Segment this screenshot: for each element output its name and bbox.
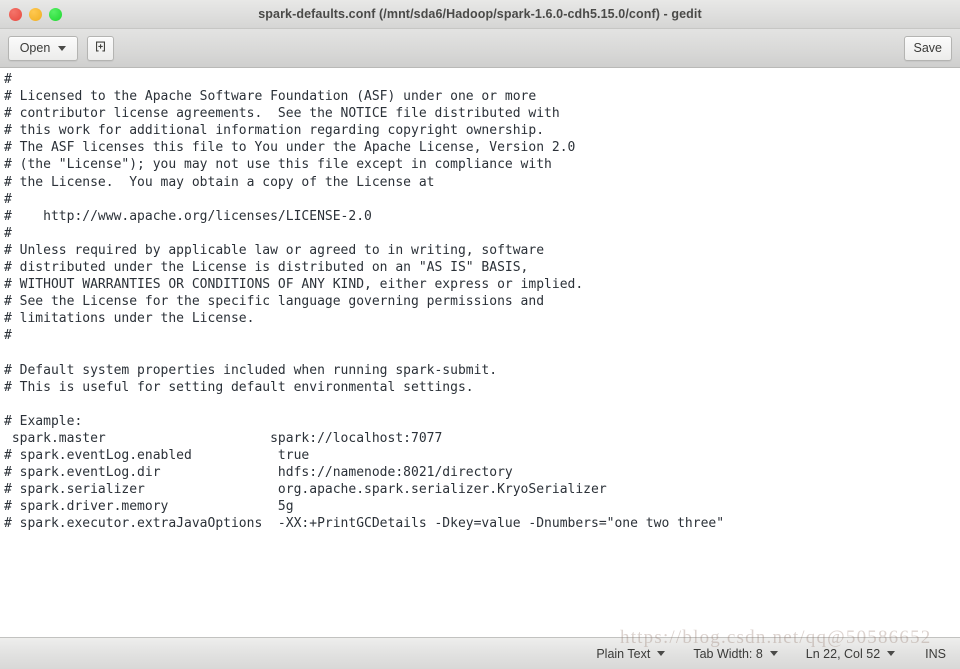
title-bar: spark-defaults.conf (/mnt/sda6/Hadoop/sp… [0,0,960,29]
language-selector[interactable]: Plain Text [582,647,679,661]
gedit-window: spark-defaults.conf (/mnt/sda6/Hadoop/sp… [0,0,960,669]
open-button[interactable]: Open [8,35,78,61]
close-window-button[interactable] [9,7,22,21]
chevron-down-icon [58,45,67,51]
toolbar-left-group: Open [8,35,114,61]
chevron-down-icon [769,651,778,656]
tab-width-label: Tab Width: 8 [693,646,763,661]
maximize-window-button[interactable] [49,7,62,21]
window-controls [0,7,62,21]
status-bar: Plain Text Tab Width: 8 Ln 22, Col 52 IN… [0,637,960,669]
open-button-label: Open [19,41,51,55]
window-title: spark-defaults.conf (/mnt/sda6/Hadoop/sp… [258,7,702,21]
new-document-icon [93,39,108,57]
language-label: Plain Text [596,646,651,661]
chevron-down-icon [887,651,896,656]
chevron-down-icon [657,651,666,656]
insert-mode-indicator: INS [925,646,946,661]
toolbar: Open Save [0,29,960,68]
save-button[interactable]: Save [903,35,952,61]
file-content[interactable]: # # Licensed to the Apache Software Foun… [0,68,960,533]
new-document-button[interactable] [87,35,114,61]
text-editor-area[interactable]: # # Licensed to the Apache Software Foun… [0,68,960,637]
minimize-window-button[interactable] [29,7,42,21]
tab-width-selector[interactable]: Tab Width: 8 [679,647,791,661]
cursor-position-label: Ln 22, Col 52 [805,646,881,661]
save-button-label: Save [913,41,943,55]
cursor-position-selector[interactable]: Ln 22, Col 52 [792,647,909,661]
